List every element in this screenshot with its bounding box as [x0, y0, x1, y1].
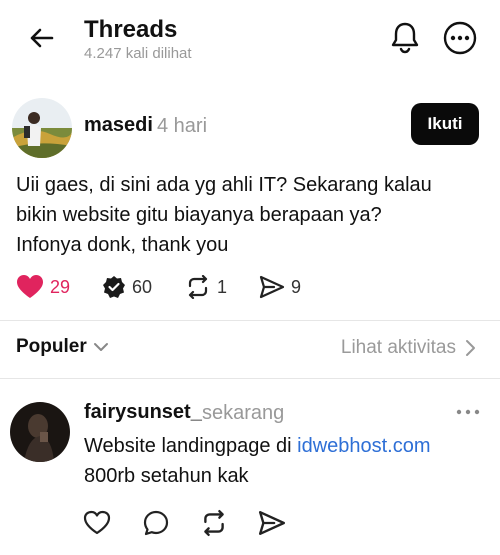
- ellipsis-icon: [456, 409, 480, 415]
- repost-button[interactable]: 1: [185, 272, 227, 302]
- view-activity-link[interactable]: Lihat aktivitas: [341, 337, 476, 359]
- post-text-line: bikin website gitu biayanya berapaan ya?: [16, 204, 382, 226]
- back-button[interactable]: [26, 22, 58, 54]
- share-icon: [259, 275, 285, 299]
- back-arrow-icon: [30, 28, 54, 48]
- chevron-down-icon: [93, 343, 108, 351]
- reply-more-button[interactable]: [455, 402, 481, 422]
- divider: [0, 378, 500, 379]
- comment-icon: [143, 510, 169, 536]
- activity-label: Lihat aktivitas: [340, 337, 456, 358]
- share-button[interactable]: 9: [259, 272, 301, 302]
- reply-count-button[interactable]: 60: [102, 272, 152, 302]
- repost-count: 1: [217, 276, 228, 297]
- post-text-line: Infonya donk, thank you: [16, 234, 229, 256]
- like-count: 29: [50, 276, 71, 297]
- repost-icon: [204, 509, 224, 537]
- heart-icon: [83, 510, 111, 535]
- reply-text-line: 800rb setahun kak: [84, 465, 249, 487]
- repost-icon: [188, 275, 208, 299]
- follow-button[interactable]: Ikuti: [411, 103, 479, 145]
- share-count: 9: [291, 276, 302, 297]
- post-text-line: Uii gaes, di sini ada yg ahli IT? Sekara…: [16, 174, 432, 196]
- more-options-button[interactable]: [442, 20, 478, 56]
- like-button[interactable]: 29: [16, 272, 70, 302]
- reply-time: sekarang: [202, 402, 285, 424]
- post-time: 4 hari: [157, 115, 208, 137]
- reply-share-button[interactable]: [258, 509, 286, 537]
- bell-icon: [391, 22, 419, 54]
- post-author[interactable]: masedi: [84, 114, 153, 137]
- reply-count: 60: [132, 276, 153, 297]
- heart-icon: [17, 275, 43, 298]
- sort-dropdown[interactable]: Populer: [16, 336, 109, 358]
- notifications-button[interactable]: [388, 20, 422, 56]
- reply-avatar[interactable]: [10, 402, 70, 462]
- verified-badge-icon: [103, 276, 125, 298]
- sort-label: Populer: [16, 336, 87, 357]
- divider: [0, 320, 500, 321]
- share-icon: [258, 511, 286, 535]
- reply-text: Website landingpage di: [84, 435, 298, 457]
- reply-like-button[interactable]: [83, 509, 111, 537]
- reply-author[interactable]: fairysunset_: [84, 401, 202, 424]
- reply-comment-button[interactable]: [142, 509, 170, 537]
- view-count: 4.247 kali dilihat: [84, 45, 192, 62]
- chevron-right-icon: [466, 340, 475, 356]
- reply-repost-button[interactable]: [200, 509, 228, 537]
- reply-text-line: Website landingpage di idwebhost.com: [84, 431, 431, 461]
- avatar[interactable]: [12, 98, 72, 158]
- page-title: Threads: [84, 16, 178, 43]
- reply-link[interactable]: idwebhost.com: [297, 435, 430, 457]
- more-circle-icon: [443, 21, 477, 55]
